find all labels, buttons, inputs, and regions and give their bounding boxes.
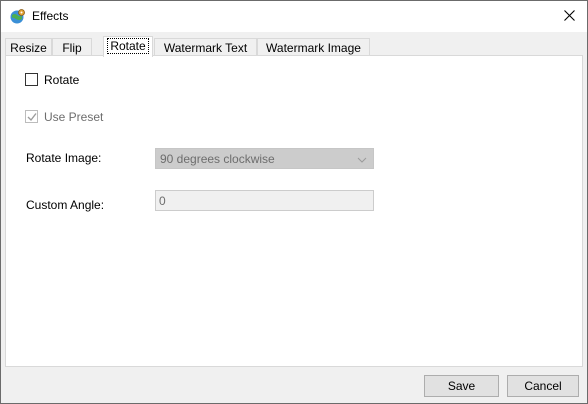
use-preset-checkbox[interactable]: [25, 110, 38, 123]
tab-watermark-text[interactable]: Watermark Text: [154, 38, 257, 56]
custom-angle-label: Custom Angle:: [26, 198, 105, 212]
tab-watermark-image[interactable]: Watermark Image: [257, 38, 370, 56]
globe-gear-icon: [9, 8, 26, 25]
tab-watermark-image-label: Watermark Image: [266, 41, 361, 55]
cancel-button-label: Cancel: [524, 379, 562, 393]
save-button-label: Save: [447, 379, 476, 393]
tab-watermark-text-label: Watermark Text: [163, 41, 248, 55]
tab-rotate-label: Rotate: [107, 38, 149, 54]
rotate-checkbox-label[interactable]: Rotate: [44, 73, 79, 87]
tab-resize-label: Resize: [10, 41, 47, 55]
window-title: Effects: [32, 9, 69, 23]
effects-dialog: Effects Resize Flip Rotate Watermark Tex…: [0, 0, 588, 404]
title-bar: Effects: [1, 1, 587, 32]
rotate-image-value: 90 degrees clockwise: [160, 152, 275, 166]
tab-flip[interactable]: Flip: [52, 38, 92, 56]
rotate-checkbox[interactable]: [25, 73, 38, 86]
use-preset-label[interactable]: Use Preset: [44, 110, 103, 124]
cancel-button[interactable]: Cancel: [507, 375, 579, 397]
tab-rotate[interactable]: Rotate: [103, 36, 153, 57]
close-icon: [564, 9, 575, 24]
custom-angle-value: 0: [159, 194, 166, 208]
tab-resize[interactable]: Resize: [5, 38, 52, 56]
save-button[interactable]: Save: [424, 375, 499, 397]
rotate-image-dropdown[interactable]: 90 degrees clockwise: [155, 148, 374, 169]
close-button[interactable]: [552, 1, 587, 32]
tab-flip-label: Flip: [62, 41, 82, 55]
rotate-image-label: Rotate Image:: [26, 151, 102, 165]
custom-angle-input[interactable]: 0: [155, 190, 374, 211]
checkmark-icon: [27, 113, 37, 122]
chevron-down-icon: [357, 154, 367, 164]
